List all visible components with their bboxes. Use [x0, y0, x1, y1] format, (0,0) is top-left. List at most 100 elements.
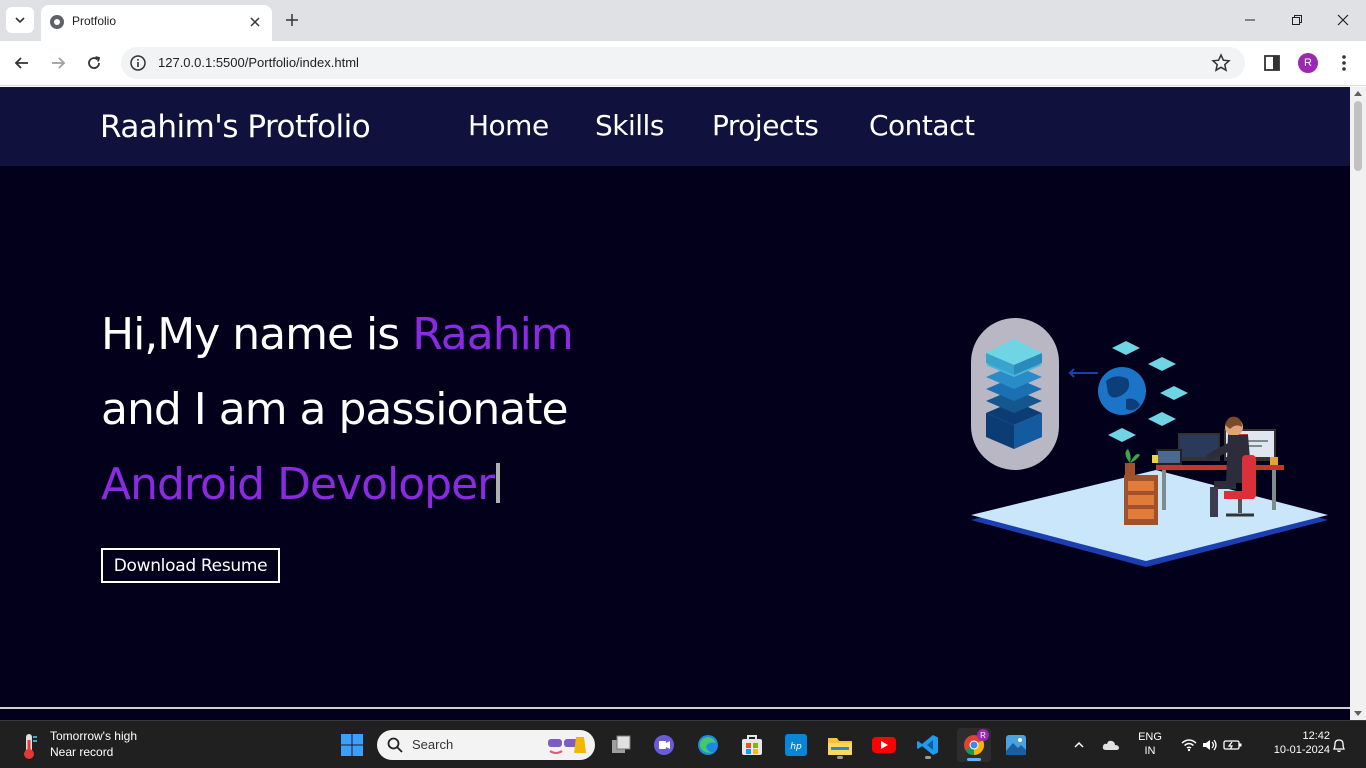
site-info-icon[interactable] [129, 54, 147, 72]
hero-role: Android Devoloper [101, 459, 495, 510]
photos-icon [1006, 735, 1026, 755]
teams-chat-button[interactable] [649, 730, 679, 760]
restore-icon [1292, 15, 1302, 25]
profile-avatar[interactable]: R [1298, 53, 1318, 73]
nav-link-contact[interactable]: Contact [869, 109, 975, 142]
active-indicator [967, 758, 981, 761]
close-icon [1337, 14, 1349, 26]
vscode-button[interactable] [913, 730, 943, 760]
running-indicator [925, 756, 931, 759]
back-button[interactable] [8, 49, 36, 77]
weather-widget[interactable]: Tomorrow's high Near record [16, 729, 176, 763]
hero-line-1: Hi,My name is Raahim [101, 309, 574, 360]
scroll-up-icon[interactable] [1354, 91, 1362, 96]
thermometer-icon [24, 734, 37, 759]
youtube-icon [872, 737, 896, 753]
minimize-icon [1245, 19, 1255, 21]
site-navbar: Raahim's Protfolio Home Skills Projects … [0, 87, 1350, 166]
reload-button[interactable] [80, 49, 108, 77]
battery-icon [1223, 740, 1242, 750]
region-code: IN [1144, 745, 1156, 757]
svg-text:hp: hp [790, 742, 802, 752]
store-icon [742, 735, 762, 755]
photos-button[interactable] [1001, 730, 1031, 760]
bell-icon [1332, 739, 1346, 753]
language-code: ENG [1138, 731, 1162, 743]
chat-icon [654, 735, 674, 755]
chevron-up-icon [1074, 741, 1084, 748]
globe-icon [50, 15, 64, 29]
file-explorer-button[interactable] [825, 730, 855, 760]
edge-icon [698, 735, 718, 755]
arrow-right-icon [52, 57, 66, 69]
taskbar-search-placeholder: Search [412, 737, 454, 752]
tab-strip: Protfolio [0, 0, 1366, 41]
task-view-button[interactable] [606, 730, 636, 760]
plus-icon [286, 14, 298, 26]
youtube-button[interactable] [869, 730, 899, 760]
show-hidden-icons-button[interactable] [1066, 730, 1092, 760]
forward-button[interactable] [44, 49, 72, 77]
quick-settings-button[interactable] [1176, 730, 1248, 760]
hp-app-button[interactable]: hp [781, 730, 811, 760]
windows-start-icon [341, 734, 363, 756]
close-tab-icon[interactable] [246, 13, 264, 31]
browser-toolbar: 127.0.0.1:5500/Portfolio/index.html R [0, 41, 1366, 86]
chrome-button[interactable]: R [957, 728, 991, 762]
developer-illustration [971, 318, 1328, 567]
scroll-down-icon[interactable] [1354, 711, 1362, 716]
start-button[interactable] [337, 730, 367, 760]
tab-search-button[interactable] [6, 7, 34, 33]
site-brand[interactable]: Raahim's Protfolio [100, 109, 371, 145]
taskbar-search[interactable]: Search [377, 730, 595, 760]
page-scrollbar[interactable] [1350, 87, 1366, 720]
chrome-profile-badge: R [977, 729, 989, 741]
search-highlight-icon [548, 737, 586, 754]
nav-link-home[interactable]: Home [468, 109, 549, 142]
restore-button[interactable] [1281, 6, 1313, 34]
typing-cursor [496, 463, 501, 503]
windows-taskbar: Tomorrow's high Near record Search hp R … [0, 720, 1366, 768]
reload-icon [88, 56, 101, 69]
nav-link-projects[interactable]: Projects [712, 109, 819, 142]
nav-link-skills[interactable]: Skills [595, 109, 664, 142]
close-window-button[interactable] [1327, 6, 1359, 34]
clock-time: 12:42 [1302, 730, 1330, 742]
address-bar[interactable]: 127.0.0.1:5500/Portfolio/index.html [121, 47, 1245, 79]
section-divider [0, 707, 1350, 709]
vscode-icon [917, 735, 938, 755]
side-panel-icon[interactable] [1262, 53, 1282, 73]
more-menu-icon[interactable] [1334, 52, 1354, 74]
weather-subtitle: Near record [50, 745, 114, 759]
new-tab-button[interactable] [281, 9, 303, 31]
minimize-button[interactable] [1234, 6, 1266, 34]
chevron-down-icon [15, 17, 25, 24]
hero-line-3: Android Devoloper [101, 459, 501, 510]
volume-icon [1203, 739, 1217, 751]
edge-button[interactable] [693, 730, 723, 760]
url-text[interactable]: 127.0.0.1:5500/Portfolio/index.html [158, 55, 359, 70]
tab-title: Protfolio [72, 14, 117, 28]
notifications-button[interactable] [1328, 730, 1350, 760]
running-indicator [837, 756, 843, 759]
clock-date: 10-01-2024 [1273, 744, 1330, 756]
hero-greeting: Hi,My name is [101, 309, 413, 360]
wifi-icon [1181, 739, 1197, 752]
onedrive-button[interactable] [1098, 730, 1124, 760]
clock[interactable]: 12:42 10-01-2024 [1254, 730, 1330, 756]
hp-icon: hp [785, 734, 807, 756]
scrollbar-thumb[interactable] [1354, 101, 1362, 171]
download-resume-button[interactable]: Download Resume [101, 548, 280, 583]
arrow-left-icon [14, 57, 28, 69]
task-view-icon [612, 735, 631, 753]
language-indicator[interactable]: ENG IN [1130, 731, 1170, 757]
hero-line-2: and I am a passionate [101, 384, 569, 435]
cloud-icon [1102, 740, 1119, 750]
file-explorer-icon [828, 738, 852, 755]
bookmark-star-icon[interactable] [1211, 53, 1231, 73]
store-button[interactable] [737, 730, 767, 760]
hero-name: Raahim [412, 309, 574, 360]
search-icon [387, 737, 403, 753]
weather-title: Tomorrow's high [50, 729, 137, 743]
browser-tab[interactable]: Protfolio [41, 5, 272, 41]
